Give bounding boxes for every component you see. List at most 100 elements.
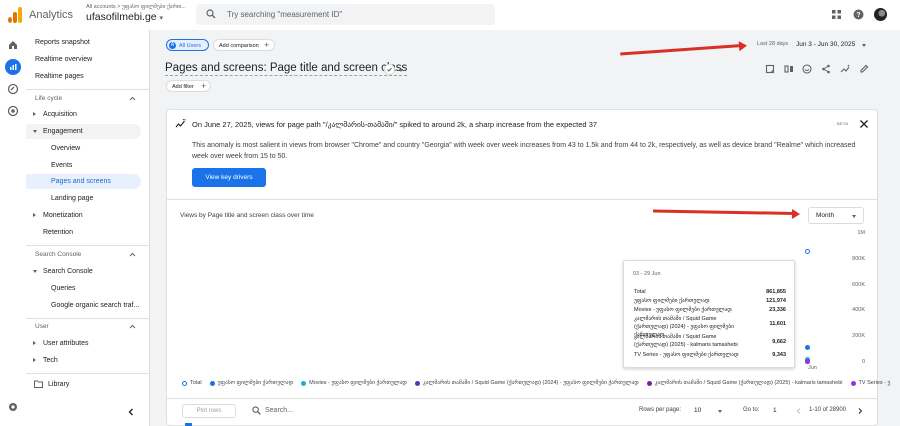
- tooltip-row: Movies - უფასო ფილმები ქართულად 23,336: [634, 306, 786, 314]
- section-title-lifecycle[interactable]: Life cycle: [35, 95, 62, 102]
- sidebar-item-engagement[interactable]: Engagement: [26, 124, 141, 139]
- data-point[interactable]: [805, 249, 810, 255]
- legend-label: Movies - უფასო ფილმები ქართულად: [309, 380, 407, 386]
- granularity-select[interactable]: Month: [808, 207, 864, 224]
- chart-tooltip: 03 - 29 Jun Total 861,855 უფასო ფილმები ქ…: [623, 260, 795, 368]
- sidebar-item-realtime-overview[interactable]: Realtime overview: [26, 52, 141, 67]
- legend-item[interactable]: კალმარის თამაში / Squid Game (ქართულად) …: [646, 380, 843, 386]
- svg-text:?: ?: [856, 12, 860, 19]
- page-title[interactable]: Pages and screens: Page title and screen…: [165, 62, 408, 76]
- insight-headline: On June 27, 2025, views for page path "/…: [192, 120, 598, 129]
- apps-grid-icon[interactable]: [831, 9, 842, 20]
- sidebar-item-monetization[interactable]: Monetization: [26, 208, 141, 223]
- chevron-up-icon[interactable]: [129, 252, 136, 257]
- sidebar-item-retention[interactable]: Retention: [26, 225, 141, 240]
- view-key-drivers-button[interactable]: View key drivers: [192, 168, 266, 187]
- chevron-up-icon[interactable]: [129, 324, 136, 329]
- divider: [26, 89, 150, 90]
- search-icon: [252, 406, 261, 415]
- close-icon[interactable]: [859, 119, 869, 129]
- tooltip-label: კალმარის თამაში / Squid Game (ქართულად) …: [634, 334, 738, 348]
- goto-label: Go to:: [743, 407, 760, 413]
- divider: [167, 199, 877, 200]
- y-axis-tick-label: 800K: [852, 255, 865, 262]
- sidebar-item-queries[interactable]: Queries: [26, 281, 141, 296]
- data-point[interactable]: [805, 359, 810, 365]
- previous-page-icon[interactable]: [796, 408, 802, 414]
- add-comparison-label: Add comparison: [219, 42, 259, 49]
- granularity-value: Month: [816, 212, 835, 219]
- tooltip-value: 861,855: [766, 289, 786, 295]
- legend-item[interactable]: TV Series - უ: [850, 380, 890, 386]
- next-page-icon[interactable]: [857, 408, 863, 414]
- all-users-chip[interactable]: A All Users: [166, 39, 209, 51]
- legend-item[interactable]: Total: [182, 380, 202, 386]
- chevron-down-icon[interactable]: [718, 410, 722, 413]
- collapse-sidebar-icon[interactable]: [126, 407, 136, 417]
- search-placeholder: Try searching "measurement ID": [227, 10, 343, 19]
- legend-label: Total: [190, 380, 202, 386]
- search-bar[interactable]: Try searching "measurement ID": [196, 4, 495, 25]
- sidebar-item-reports-snapshot[interactable]: Reports snapshot: [26, 35, 141, 50]
- plot-rows-button[interactable]: Plot rows: [182, 404, 236, 418]
- settings-gear-icon[interactable]: [7, 401, 19, 413]
- home-icon[interactable]: [7, 39, 19, 51]
- sidebar-item-label: User attributes: [43, 340, 89, 347]
- reports-icon[interactable]: [7, 61, 19, 73]
- annotation-arrow: [620, 44, 743, 56]
- help-icon[interactable]: ?: [853, 9, 864, 20]
- sidebar-item-organic-search-traffic[interactable]: Google organic search traf...: [26, 298, 141, 313]
- explore-icon[interactable]: [7, 83, 19, 95]
- tooltip-label: TV Series - უფასო ფილმები ქართულად: [634, 352, 739, 358]
- divider: [26, 245, 150, 246]
- insights-face-icon[interactable]: [802, 64, 812, 74]
- legend-swatch: [209, 380, 215, 386]
- sidebar-item-library[interactable]: Library: [26, 377, 141, 392]
- chevron-up-icon[interactable]: [129, 96, 136, 101]
- section-title-user[interactable]: User: [35, 323, 49, 330]
- add-filter-button[interactable]: Add filter +: [166, 80, 211, 92]
- sidebar-item-label: Search Console: [43, 268, 93, 275]
- add-filter-label: Add filter: [172, 83, 194, 90]
- account-breadcrumb: All accounts > უფასო ფილმები ქართ...: [86, 4, 186, 10]
- compare-columns-icon[interactable]: [784, 64, 794, 74]
- goto-page-input[interactable]: 1: [773, 407, 777, 414]
- date-range-value[interactable]: Jun 3 - Jun 30, 2025: [796, 41, 855, 48]
- sidebar-item-label: Monetization: [43, 212, 83, 219]
- trending-insights-icon[interactable]: [840, 64, 850, 74]
- legend-item[interactable]: უფასო ფილმები ქართულად: [209, 380, 293, 386]
- section-title-search-console[interactable]: Search Console: [35, 251, 81, 258]
- rows-per-page-select[interactable]: 10: [694, 407, 701, 414]
- search-icon: [206, 9, 216, 19]
- sidebar-item-engagement-overview[interactable]: Overview: [26, 141, 141, 156]
- tooltip-label: Total: [634, 289, 646, 295]
- account-avatar[interactable]: [874, 8, 887, 21]
- chevron-down-icon[interactable]: [862, 44, 866, 47]
- add-comparison-button[interactable]: Add comparison +: [213, 39, 275, 51]
- date-range-label[interactable]: Last 28 days: [757, 41, 788, 47]
- sidebar-item-pages-and-screens[interactable]: Pages and screens: [26, 174, 141, 189]
- edit-pencil-icon[interactable]: [859, 64, 869, 74]
- check-circle-icon[interactable]: [384, 64, 395, 75]
- customize-report-icon[interactable]: [765, 64, 775, 74]
- chevron-down-icon[interactable]: [399, 69, 403, 72]
- sidebar-item-events[interactable]: Events: [26, 158, 141, 173]
- sidebar-item-acquisition[interactable]: Acquisition: [26, 107, 141, 122]
- sidebar-item-search-console[interactable]: Search Console: [26, 264, 141, 279]
- tooltip-value: 121,974: [766, 298, 786, 304]
- audience-badge: A: [169, 42, 176, 49]
- sidebar-item-realtime-pages[interactable]: Realtime pages: [26, 69, 141, 84]
- account-picker[interactable]: All accounts > უფასო ფილმები ქართ... ufa…: [86, 4, 186, 23]
- legend-item[interactable]: კალმარის თამაში / Squid Game (ქართულად) …: [414, 380, 639, 386]
- legend-item[interactable]: Movies - უფასო ფილმები ქართულად: [301, 380, 407, 386]
- sidebar-item-landing-page[interactable]: Landing page: [26, 191, 141, 206]
- sidebar-item-tech[interactable]: Tech: [26, 353, 141, 368]
- analytics-logo[interactable]: [8, 7, 22, 23]
- advertising-icon[interactable]: [7, 105, 19, 117]
- legend-swatch: [301, 380, 307, 386]
- sidebar-item-user-attributes[interactable]: User attributes: [26, 336, 141, 351]
- share-icon[interactable]: [821, 64, 831, 74]
- sidebar-item-label: Library: [48, 381, 70, 388]
- data-point[interactable]: [805, 344, 810, 350]
- table-search-input[interactable]: Search...: [265, 407, 293, 414]
